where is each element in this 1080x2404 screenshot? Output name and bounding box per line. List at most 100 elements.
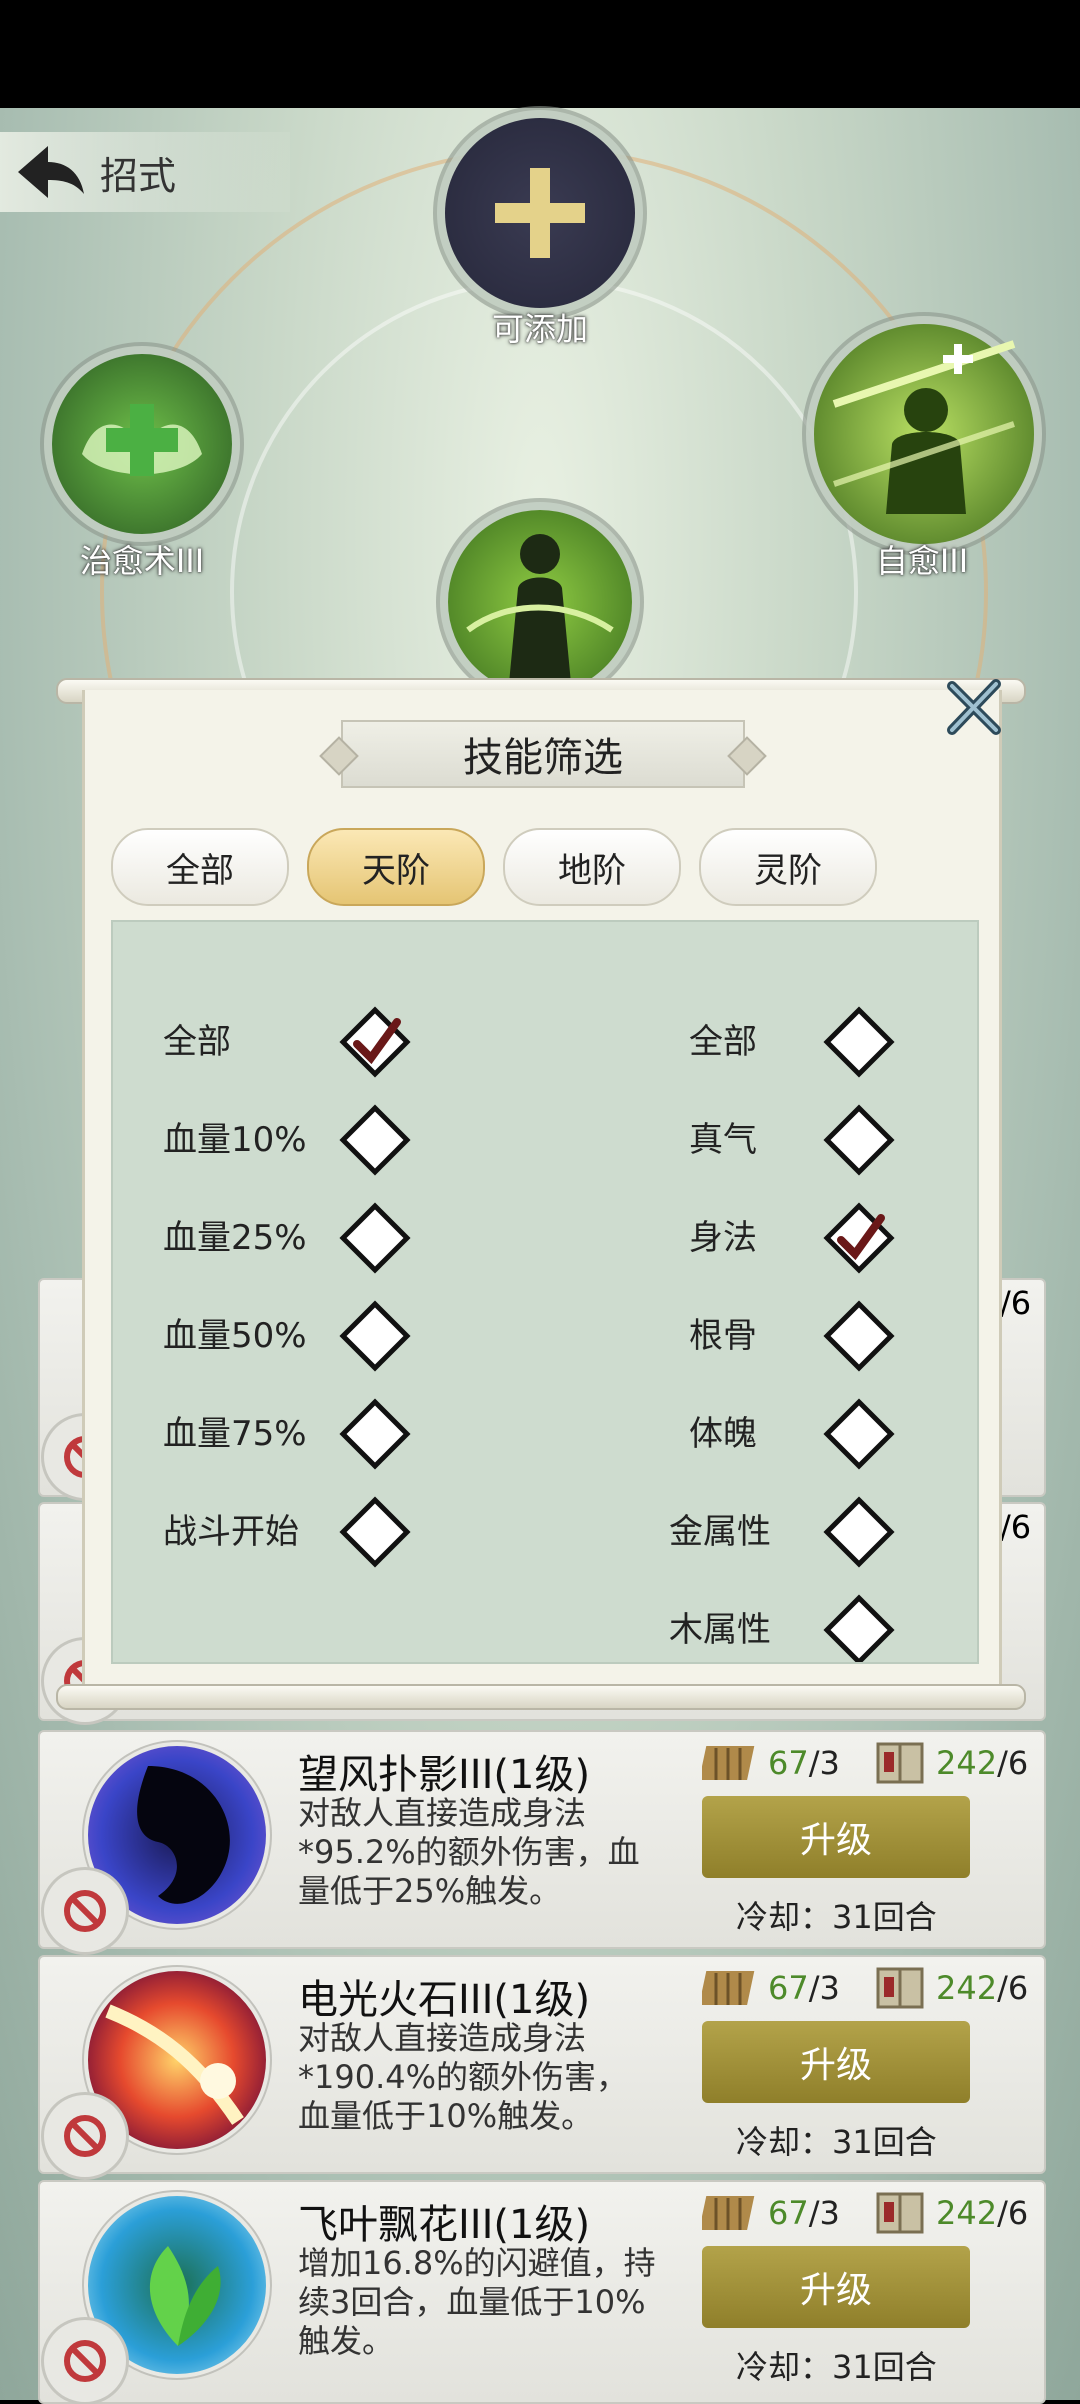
skill-filter-dialog: 技能筛选 全部 天阶 地阶 灵阶 全部 血量10% 血量25% 血量50% 血量… <box>82 690 1002 1684</box>
option-label: 真气 <box>689 1120 757 1160</box>
skill-card-1[interactable]: 望风扑影III(1级) 对敌人直接造成身法*95.2%的额外伤害，血量低于25%… <box>38 1730 1046 1952</box>
resource-1-max: /3 <box>808 1744 840 1782</box>
skill-slot-self-heal-label: 自愈III <box>875 542 969 580</box>
resource-2-value: 242 <box>936 1744 998 1782</box>
skill-name: 电光火石III(1级) <box>298 1977 591 2023</box>
self-heal-icon <box>832 340 1016 514</box>
cooldown-text: 冷却：31回合 <box>736 2123 937 2161</box>
tab-label: 全部 <box>166 850 234 891</box>
option-label: 体魄 <box>689 1414 757 1454</box>
title-ornament <box>727 736 767 776</box>
tab-label: 地阶 <box>558 850 626 891</box>
warrior-icon <box>466 534 614 694</box>
resource-scroll: 67/3 <box>702 1963 840 2013</box>
skill-slot-center[interactable] <box>448 510 632 694</box>
bamboo-scroll-icon <box>702 1746 755 1780</box>
option-label: 金属性 <box>669 1512 771 1552</box>
back-arrow-icon <box>18 146 84 198</box>
option-label: 全部 <box>689 1022 757 1062</box>
resource-book: 242/6 <box>870 1963 1028 2013</box>
skill-slot-heal[interactable] <box>52 354 232 534</box>
upgrade-button[interactable]: 升级 <box>702 2246 970 2328</box>
skill-name: 望风扑影III(1级) <box>298 1752 591 1798</box>
resource-2-max: /6 <box>997 1744 1029 1782</box>
checkbox-unchecked[interactable] <box>337 1396 413 1472</box>
resource-scroll: 67/3 <box>702 2188 840 2238</box>
skill-card-2[interactable]: 电光火石III(1级) 对敌人直接造成身法*190.4%的额外伤害，血量低于10… <box>38 1955 1046 2177</box>
tab-spirit-tier[interactable]: 灵阶 <box>699 828 877 906</box>
checkbox-unchecked[interactable] <box>821 1494 897 1570</box>
option-label: 根骨 <box>689 1316 757 1356</box>
skill-description: 增加16.8%的闪避值，持续3回合，血量低于10%触发。 <box>298 2244 656 2360</box>
option-label: 全部 <box>163 1022 231 1062</box>
checkbox-checked[interactable] <box>337 1004 413 1080</box>
option-label: 木属性 <box>669 1610 771 1650</box>
scroll-rod-bottom <box>56 1684 1026 1710</box>
option-label: 身法 <box>689 1218 757 1258</box>
checkbox-unchecked[interactable] <box>337 1102 413 1178</box>
resource-1-value: 67 <box>768 2194 809 2232</box>
plus-icon <box>495 168 585 258</box>
resource-2-max: /6 <box>997 1969 1029 2007</box>
option-label: 血量25% <box>163 1218 307 1258</box>
resource-book: 242/6 <box>870 1738 1028 1788</box>
add-skill-slot[interactable] <box>445 118 635 308</box>
checkbox-unchecked[interactable] <box>337 1200 413 1276</box>
checkbox-unchecked[interactable] <box>821 1102 897 1178</box>
cooldown-text: 冷却：31回合 <box>736 1898 937 1936</box>
page-title: 招式 <box>100 153 177 198</box>
skill-description: 对敌人直接造成身法*190.4%的额外伤害，血量低于10%触发。 <box>298 2019 629 2135</box>
option-label: 血量10% <box>163 1120 307 1160</box>
disable-button[interactable] <box>44 2320 126 2402</box>
resource-scroll: 67/3 <box>702 1738 840 1788</box>
skill-name: 飞叶飘花III(1级) <box>298 2202 591 2248</box>
checkbox-unchecked[interactable] <box>337 1298 413 1374</box>
book-icon <box>876 1742 924 1784</box>
cooldown-text: 冷却：31回合 <box>736 2348 937 2386</box>
heal-cross-icon <box>82 404 202 476</box>
upgrade-button[interactable]: 升级 <box>702 1796 970 1878</box>
resource-1-max: /3 <box>808 2194 840 2232</box>
skill-slot-self-heal[interactable] <box>814 324 1034 544</box>
filter-options-panel[interactable]: 全部 血量10% 血量25% 血量50% 血量75% 战斗开始 全部 真气 身法… <box>111 920 979 1664</box>
skill-description: 对敌人直接造成身法*95.2%的额外伤害，血量低于25%触发。 <box>298 1794 640 1910</box>
checkbox-unchecked[interactable] <box>821 1298 897 1374</box>
prohibited-icon <box>64 2340 106 2382</box>
partial-count-1: /6 <box>1000 1284 1032 1322</box>
checkbox-unchecked[interactable] <box>337 1494 413 1570</box>
skill-slot-heal-label: 治愈术III <box>79 542 205 580</box>
resource-2-max: /6 <box>997 2194 1029 2232</box>
dialog-title: 技能筛选 <box>463 735 623 781</box>
prohibited-icon <box>64 1890 106 1932</box>
resource-2-value: 242 <box>936 2194 998 2232</box>
disable-button[interactable] <box>44 1870 126 1952</box>
skill-card-3[interactable]: 飞叶飘花III(1级) 增加16.8%的闪避值，持续3回合，血量低于10%触发。… <box>38 2180 1046 2404</box>
option-label: 血量50% <box>163 1316 307 1356</box>
bamboo-scroll-icon <box>702 2196 755 2230</box>
disable-button[interactable] <box>44 2095 126 2177</box>
resource-1-max: /3 <box>808 1969 840 2007</box>
checkbox-unchecked[interactable] <box>821 1592 897 1664</box>
upgrade-button[interactable]: 升级 <box>702 2021 970 2103</box>
status-bar <box>0 0 1080 108</box>
add-slot-label: 可添加 <box>491 310 589 348</box>
book-icon <box>876 1967 924 2009</box>
checkbox-unchecked[interactable] <box>821 1396 897 1472</box>
tab-all[interactable]: 全部 <box>111 828 289 906</box>
option-label: 血量75% <box>163 1414 307 1454</box>
checkbox-unchecked[interactable] <box>821 1004 897 1080</box>
book-icon <box>876 2192 924 2234</box>
tab-heaven-tier[interactable]: 天阶 <box>307 828 485 906</box>
dialog-title-bar: 技能筛选 <box>319 720 767 788</box>
close-icon[interactable] <box>944 678 1004 738</box>
resource-2-value: 242 <box>936 1969 998 2007</box>
back-button[interactable]: 招式 <box>0 132 290 212</box>
resource-1-value: 67 <box>768 1744 809 1782</box>
partial-count-2: /6 <box>1000 1508 1032 1546</box>
option-label: 战斗开始 <box>163 1512 299 1552</box>
checkbox-checked[interactable] <box>821 1200 897 1276</box>
tab-earth-tier[interactable]: 地阶 <box>503 828 681 906</box>
tab-label: 灵阶 <box>754 850 822 891</box>
resource-1-value: 67 <box>768 1969 809 2007</box>
bamboo-scroll-icon <box>702 1971 755 2005</box>
